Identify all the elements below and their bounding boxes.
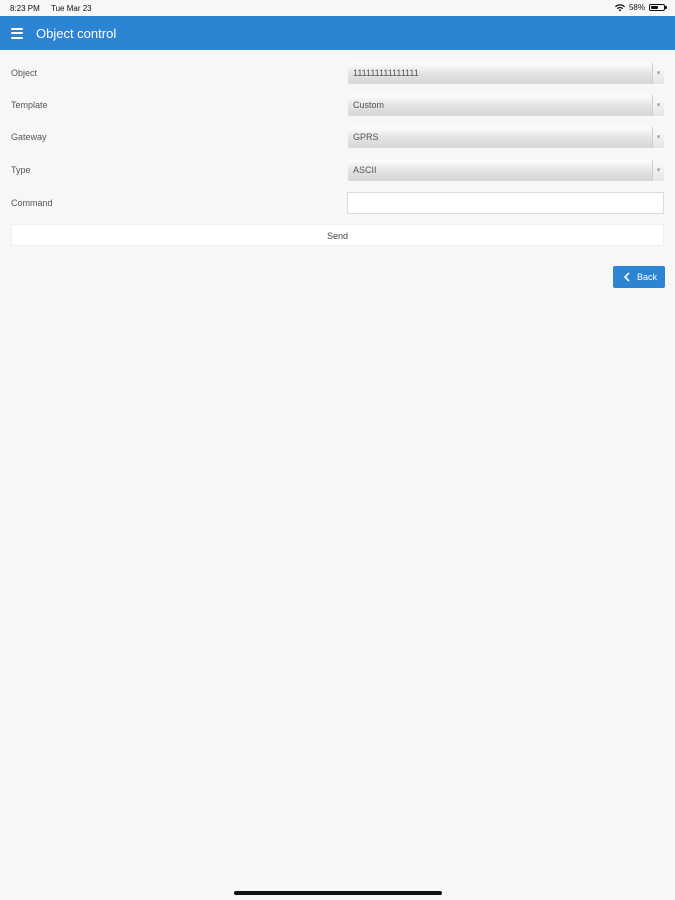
gateway-select[interactable]: GPRS ▾: [348, 127, 664, 148]
chevron-down-icon: ▾: [652, 127, 664, 148]
template-row: Template Custom ▾: [0, 95, 675, 117]
status-date: Tue Mar 23: [51, 4, 92, 13]
object-value: 111111111111111: [353, 68, 419, 78]
send-button[interactable]: Send: [12, 225, 663, 245]
command-label: Command: [11, 198, 53, 208]
status-right: 58%: [614, 3, 667, 12]
chevron-down-icon: ▾: [652, 160, 664, 181]
app-header: Object control: [0, 16, 675, 50]
type-row: Type ASCII ▾: [0, 160, 675, 182]
type-select[interactable]: ASCII ▾: [348, 160, 664, 181]
gateway-row: Gateway GPRS ▾: [0, 127, 675, 149]
page-title: Object control: [36, 25, 117, 41]
object-select[interactable]: 111111111111111 ▾: [348, 63, 664, 84]
template-label: Template: [11, 100, 48, 110]
command-row: Command: [0, 192, 675, 215]
command-input[interactable]: [347, 192, 664, 214]
chevron-down-icon: ▾: [652, 95, 664, 116]
type-value: ASCII: [353, 165, 377, 175]
back-label: Back: [637, 272, 658, 282]
object-label: Object: [11, 68, 38, 78]
wifi-icon: [614, 3, 625, 11]
gateway-label: Gateway: [11, 132, 47, 142]
template-value: Custom: [353, 100, 385, 110]
hamburger-menu-icon[interactable]: [11, 27, 23, 39]
status-time: 8:23 PM: [10, 4, 40, 13]
type-label: Type: [11, 165, 31, 175]
home-indicator[interactable]: [234, 891, 442, 895]
back-button[interactable]: Back: [613, 266, 665, 288]
object-row: Object 111111111111111 ▾: [0, 63, 675, 85]
battery-percent: 58%: [628, 3, 645, 12]
template-select[interactable]: Custom ▾: [348, 95, 664, 116]
status-bar: 8:23 PM Tue Mar 23 58%: [0, 0, 675, 16]
battery-icon: [649, 4, 667, 11]
chevron-left-icon: [623, 272, 630, 282]
gateway-value: GPRS: [353, 132, 379, 142]
chevron-down-icon: ▾: [652, 63, 664, 84]
